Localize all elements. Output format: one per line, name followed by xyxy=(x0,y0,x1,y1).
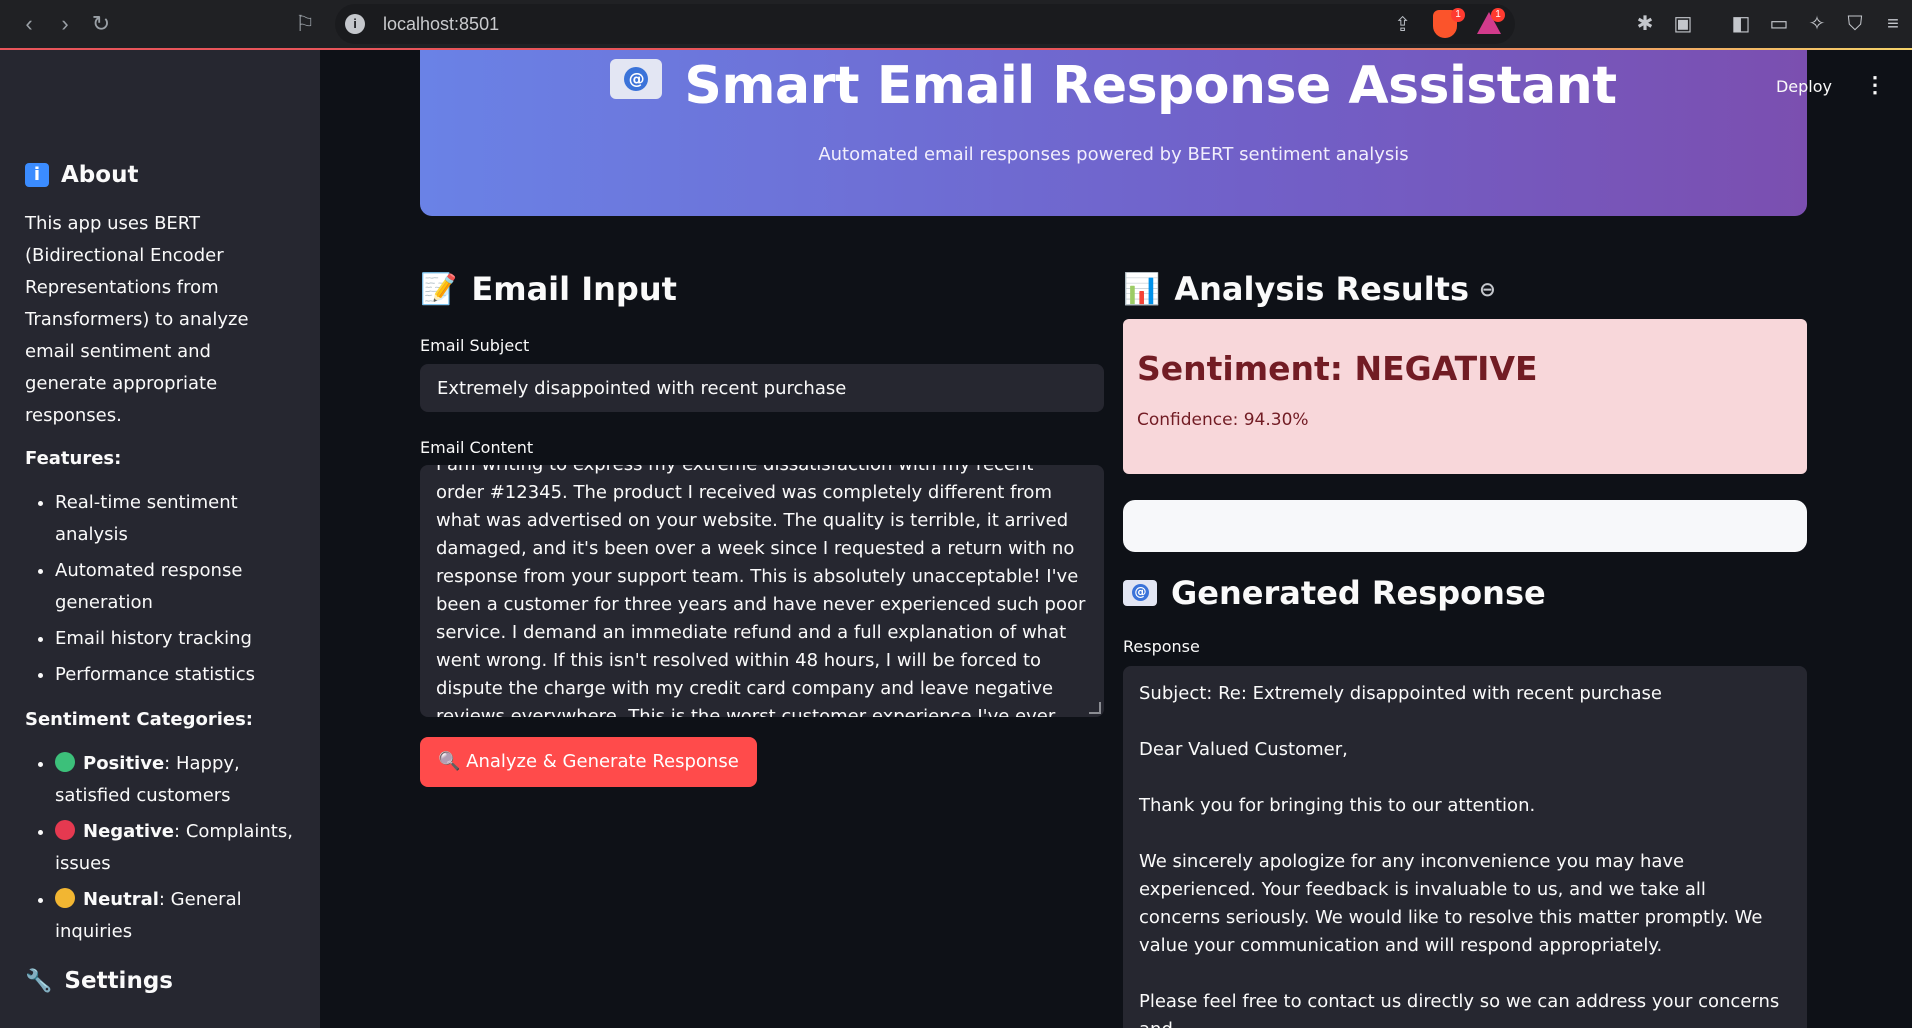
site-info-icon[interactable]: i xyxy=(345,14,365,34)
leo-ai-icon[interactable]: ✧ xyxy=(1806,13,1828,35)
resize-handle-icon[interactable] xyxy=(1089,702,1101,714)
response-paragraph[interactable]: Subject: Re: Extremely disappointed with… xyxy=(1139,680,1791,708)
progress-placeholder xyxy=(1123,500,1807,552)
list-item: Positive: Happy, satisfied customers xyxy=(55,748,297,812)
email-input-heading: 📝 Email Input xyxy=(420,265,1104,313)
response-paragraph[interactable]: We sincerely apologize for any inconveni… xyxy=(1139,848,1791,960)
categories-list: Positive: Happy, satisfied customers Neg… xyxy=(25,748,297,948)
memo-icon: 📝 xyxy=(420,271,458,307)
sentiment-label: Sentiment: NEGATIVE xyxy=(1137,349,1538,388)
settings-heading: 🔧 Settings xyxy=(25,968,297,994)
analyze-button[interactable]: 🔍 Analyze & Generate Response xyxy=(420,737,757,787)
deploy-button[interactable]: Deploy xyxy=(1776,77,1832,96)
content-text[interactable]: I am writing to express my extreme dissa… xyxy=(436,465,1086,717)
settings-heading-text: Settings xyxy=(64,968,173,994)
url-text[interactable]: localhost:8501 xyxy=(383,14,499,35)
vpn-icon[interactable]: ⛉ xyxy=(1844,13,1866,35)
email-input-column: 📝 Email Input Email Subject Extremely di… xyxy=(420,265,1104,787)
sidebar: i About This app uses BERT (Bidirectiona… xyxy=(0,50,320,1028)
list-item: Neutral: General inquiries xyxy=(55,884,297,948)
features-heading: Features: xyxy=(25,448,122,469)
shields-badge: 1 xyxy=(1451,8,1465,22)
sidebar-toggle-icon[interactable]: ◧ xyxy=(1730,13,1752,35)
main-content: @ Smart Email Response Assistant Automate… xyxy=(320,50,1912,1028)
list-item: Performance statistics xyxy=(55,659,297,691)
response-textarea[interactable]: Subject: Re: Extremely disappointed with… xyxy=(1123,666,1807,1028)
email-input-heading-text: Email Input xyxy=(471,270,677,308)
red-circle-icon xyxy=(55,820,75,840)
wallet-icon[interactable]: ▭ xyxy=(1768,13,1790,35)
generated-response-heading-text: Generated Response xyxy=(1171,574,1546,612)
list-item: Email history tracking xyxy=(55,623,297,655)
email-icon: @ xyxy=(610,59,663,99)
analysis-results-heading-text: Analysis Results xyxy=(1174,270,1470,308)
page-title-text: Smart Email Response Assistant xyxy=(684,56,1617,116)
subject-input[interactable]: Extremely disappointed with recent purch… xyxy=(420,364,1104,412)
page-title: @ Smart Email Response Assistant xyxy=(420,56,1807,116)
address-bar[interactable]: i localhost:8501 ⇪ 1 1 xyxy=(335,4,1515,44)
yellow-circle-icon xyxy=(55,888,75,908)
reload-icon[interactable]: ↻ xyxy=(88,11,114,37)
confidence-label: Confidence: 94.30% xyxy=(1137,410,1309,430)
extensions-icon[interactable]: ✱ xyxy=(1634,13,1656,35)
browser-menu-icon[interactable]: ≡ xyxy=(1882,13,1904,35)
categories-heading: Sentiment Categories: xyxy=(25,709,253,730)
rewards-badge: 1 xyxy=(1491,8,1505,22)
response-label: Response xyxy=(1123,637,1200,656)
features-list: Real-time sentiment analysis Automated r… xyxy=(25,487,297,691)
analysis-results-heading: 📊 Analysis Results ⊖ xyxy=(1123,265,1807,313)
info-icon: i xyxy=(25,163,49,187)
content-label: Email Content xyxy=(420,438,534,457)
forward-icon[interactable]: › xyxy=(52,11,78,37)
response-paragraph[interactable]: Please feel free to contact us directly … xyxy=(1139,988,1791,1028)
link-icon[interactable]: ⊖ xyxy=(1479,277,1496,301)
reader-icon[interactable]: ▣ xyxy=(1672,13,1694,35)
response-paragraph[interactable]: Dear Valued Customer, xyxy=(1139,736,1791,764)
category-name: Positive xyxy=(83,753,165,774)
browser-chrome: ‹ › ↻ ⚐ i localhost:8501 ⇪ 1 1 ✱ ▣ ◧ ▭ ✧… xyxy=(0,0,1912,50)
results-column: 📊 Analysis Results ⊖ Sentiment: NEGATIVE… xyxy=(1123,265,1807,1028)
share-icon[interactable]: ⇪ xyxy=(1394,12,1411,37)
sentiment-alert: Sentiment: NEGATIVE Confidence: 94.30% xyxy=(1123,319,1807,474)
generated-response-heading: @ Generated Response xyxy=(1123,569,1807,617)
bookmark-icon[interactable]: ⚐ xyxy=(292,11,318,37)
category-name: Neutral xyxy=(83,889,159,910)
page-subtitle: Automated email responses powered by BER… xyxy=(818,144,1409,165)
about-heading: i About xyxy=(25,162,297,188)
about-heading-text: About xyxy=(61,162,139,188)
header-banner: @ Smart Email Response Assistant Automate… xyxy=(420,50,1807,216)
about-text: This app uses BERT (Bidirectional Encode… xyxy=(25,213,249,426)
response-paragraph[interactable]: Thank you for bringing this to our atten… xyxy=(1139,792,1791,820)
chart-icon: 📊 xyxy=(1123,271,1161,307)
green-circle-icon xyxy=(55,752,75,772)
list-item: Real-time sentiment analysis xyxy=(55,487,297,551)
list-item: Negative: Complaints, issues xyxy=(55,816,297,880)
main-menu-icon[interactable]: ⋮ xyxy=(1864,72,1886,98)
wrench-icon: 🔧 xyxy=(25,968,53,994)
subject-label: Email Subject xyxy=(420,336,530,355)
category-name: Negative xyxy=(83,821,175,842)
content-textarea[interactable]: I am writing to express my extreme dissa… xyxy=(420,465,1104,717)
email-icon: @ xyxy=(1123,580,1157,606)
list-item: Automated response generation xyxy=(55,555,297,619)
back-icon[interactable]: ‹ xyxy=(16,11,42,37)
